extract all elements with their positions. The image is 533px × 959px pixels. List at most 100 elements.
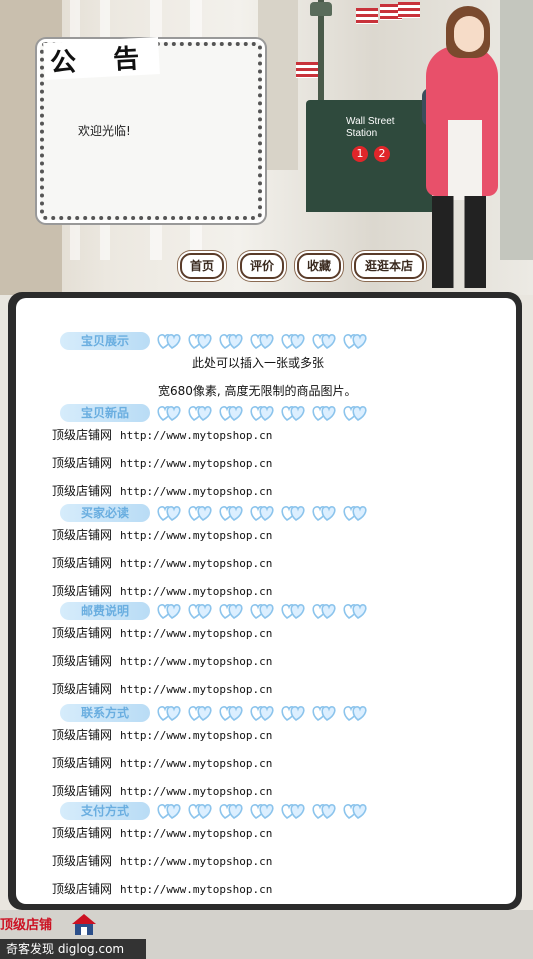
heart-icon [342,332,367,350]
heart-icon [342,504,367,522]
shop-name: 顶级店铺网 [52,654,113,668]
building-mid [258,0,298,170]
shop-link[interactable]: http://www.mytopshop.cn [120,529,272,542]
shop-name: 顶级店铺网 [52,784,113,798]
section-header: 宝贝新品 [60,402,367,424]
heart-icon [311,404,336,422]
watermark: 奇客发现 diglog.com [0,939,146,959]
heart-icon [187,704,212,722]
nav-reviews-button[interactable]: 评价 [240,253,284,279]
heart-icon [218,504,243,522]
heart-icon [311,802,336,820]
shop-link[interactable]: http://www.mytopshop.cn [120,429,272,442]
shop-link[interactable]: http://www.mytopshop.cn [120,827,272,840]
list-item: 顶级店铺网 http://www.mytopshop.cn [52,852,272,869]
list-item: 顶级店铺网 http://www.mytopshop.cn [52,726,272,743]
section-tag: 邮费说明 [60,602,150,620]
heart-icon [280,332,305,350]
heart-icon [311,602,336,620]
girl-face [454,16,484,52]
section-header: 联系方式 [60,702,367,724]
notice-text: 欢迎光临! [78,124,131,138]
section-tag: 买家必读 [60,504,150,522]
shop-name: 顶级店铺网 [52,556,113,570]
heart-icon [249,704,274,722]
list-item: 顶级店铺网 http://www.mytopshop.cn [52,454,272,471]
heart-icon [311,332,336,350]
heart-icon [280,404,305,422]
shop-link[interactable]: http://www.mytopshop.cn [120,729,272,742]
nav-favorite-button[interactable]: 收藏 [297,253,341,279]
girl-legs [432,196,486,288]
shop-link[interactable]: http://www.mytopshop.cn [120,457,272,470]
heart-icon [187,404,212,422]
list-item: 顶级店铺网 http://www.mytopshop.cn [52,880,272,897]
heart-icon [311,704,336,722]
heart-icon [187,602,212,620]
heart-icon [156,332,181,350]
shop-link[interactable]: http://www.mytopshop.cn [120,627,272,640]
list-item: 顶级店铺网 http://www.mytopshop.cn [52,782,272,799]
list-item: 顶级店铺网 http://www.mytopshop.cn [52,680,272,697]
section-header: 宝贝展示 [60,330,367,352]
heart-icon [311,504,336,522]
heart-icon [342,404,367,422]
shop-link[interactable]: http://www.mytopshop.cn [120,585,272,598]
heart-icon [249,802,274,820]
flag-icon [356,8,378,24]
shop-name: 顶级店铺网 [52,626,113,640]
heart-icon [218,802,243,820]
intro-line-1: 此处可以插入一张或多张 [192,356,325,370]
flag-icon [296,62,318,78]
shop-name: 顶级店铺网 [52,528,113,542]
heart-icon [249,504,274,522]
house-icon [72,914,96,935]
section-tag: 宝贝新品 [60,404,150,422]
heart-icon [342,802,367,820]
shop-link[interactable]: http://www.mytopshop.cn [120,557,272,570]
footer-logo: 顶级店铺 [0,918,53,933]
shop-name: 顶级店铺网 [52,428,113,442]
heart-icon [280,602,305,620]
heart-icon [280,802,305,820]
street-lamp-head [310,2,332,16]
section-header: 邮费说明 [60,600,367,622]
heart-icon [280,704,305,722]
heart-icon [218,602,243,620]
heart-icon [249,404,274,422]
shop-name: 顶级店铺网 [52,682,113,696]
heart-icon [249,332,274,350]
shop-link[interactable]: http://www.mytopshop.cn [120,757,272,770]
heart-icon [218,704,243,722]
section-header: 买家必读 [60,502,367,524]
heart-icon [218,404,243,422]
heart-icon [156,404,181,422]
metro-line-badge: 1 [352,146,368,162]
shop-name: 顶级店铺网 [52,882,113,896]
section-tag: 支付方式 [60,802,150,820]
heart-icon [187,802,212,820]
girl-dress [448,120,482,200]
shop-link[interactable]: http://www.mytopshop.cn [120,855,272,868]
shop-link[interactable]: http://www.mytopshop.cn [120,883,272,896]
list-item: 顶级店铺网 http://www.mytopshop.cn [52,554,272,571]
list-item: 顶级店铺网 http://www.mytopshop.cn [52,824,272,841]
section-tag: 宝贝展示 [60,332,150,350]
heart-icon [187,504,212,522]
shop-name: 顶级店铺网 [52,584,113,598]
shop-link[interactable]: http://www.mytopshop.cn [120,785,272,798]
shop-link[interactable]: http://www.mytopshop.cn [120,655,272,668]
building-right [500,0,533,260]
shop-link[interactable]: http://www.mytopshop.cn [120,485,272,498]
heart-icon [249,602,274,620]
shop-name: 顶级店铺网 [52,484,113,498]
shop-link[interactable]: http://www.mytopshop.cn [120,683,272,696]
nav-home-button[interactable]: 首页 [180,253,224,279]
flag-icon [398,2,420,18]
heart-icon [156,504,181,522]
nav-browse-store-button[interactable]: 逛逛本店 [354,253,424,279]
heart-icon [342,602,367,620]
heart-icon [218,332,243,350]
notice-title: 公 告 [43,37,160,80]
heart-icon [187,332,212,350]
